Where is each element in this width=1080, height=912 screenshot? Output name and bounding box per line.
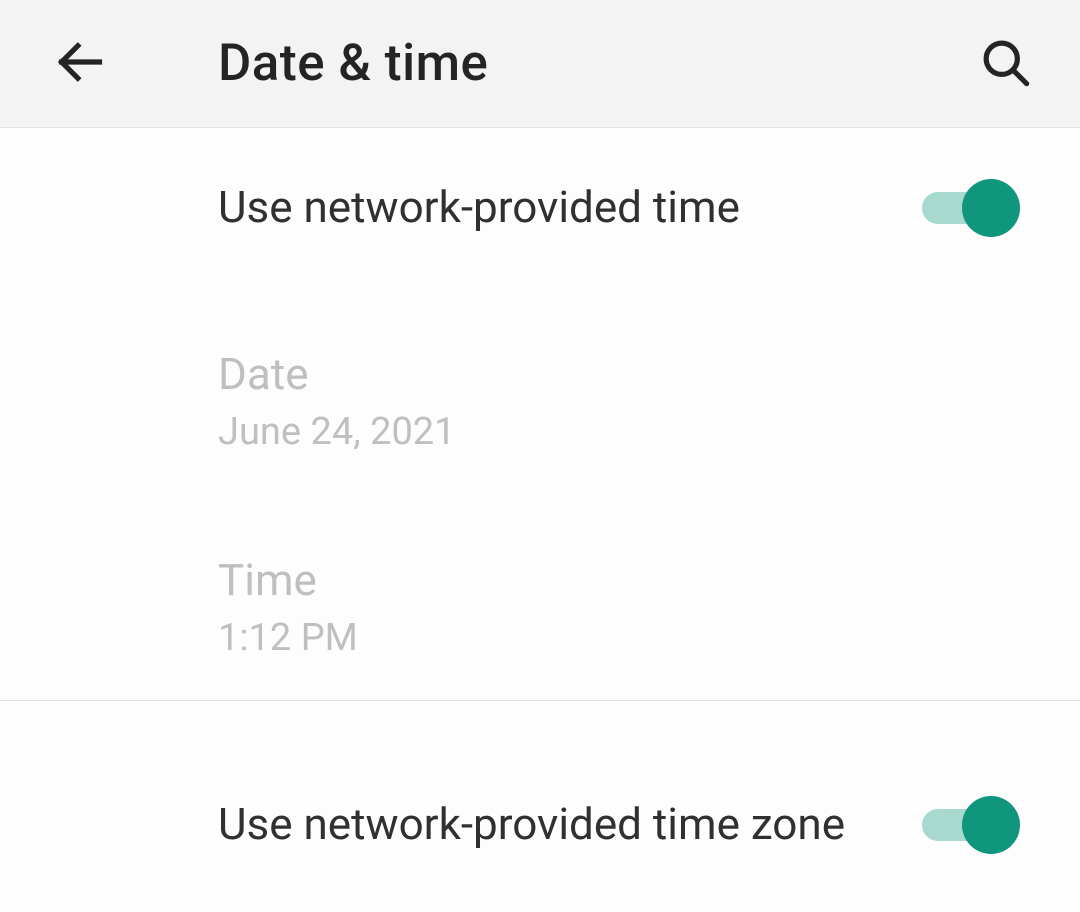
network-time-toggle[interactable]: [922, 179, 1020, 237]
back-button[interactable]: [50, 34, 110, 94]
back-arrow-icon: [54, 36, 106, 92]
date-label: Date: [218, 348, 1040, 400]
setting-label: Use network-provided time: [218, 178, 740, 237]
toggle-thumb: [962, 179, 1020, 237]
setting-label: Use network-provided time zone: [218, 795, 845, 854]
setting-date: Date June 24, 2021: [218, 288, 1040, 494]
time-value: 1:12 PM: [218, 616, 1040, 660]
toggle-thumb: [962, 796, 1020, 854]
setting-network-time[interactable]: Use network-provided time: [218, 128, 1040, 288]
settings-content-2: Use network-provided time zone: [0, 701, 1080, 905]
page-title: Date & time: [218, 34, 488, 93]
setting-network-timezone[interactable]: Use network-provided time zone: [218, 745, 1040, 905]
search-icon: [979, 36, 1031, 92]
settings-content: Use network-provided time Date June 24, …: [0, 128, 1080, 700]
network-timezone-toggle[interactable]: [922, 796, 1020, 854]
date-value: June 24, 2021: [218, 410, 1040, 454]
time-label: Time: [218, 554, 1040, 606]
search-button[interactable]: [975, 34, 1035, 94]
app-header: Date & time: [0, 0, 1080, 128]
setting-time: Time 1:12 PM: [218, 494, 1040, 700]
